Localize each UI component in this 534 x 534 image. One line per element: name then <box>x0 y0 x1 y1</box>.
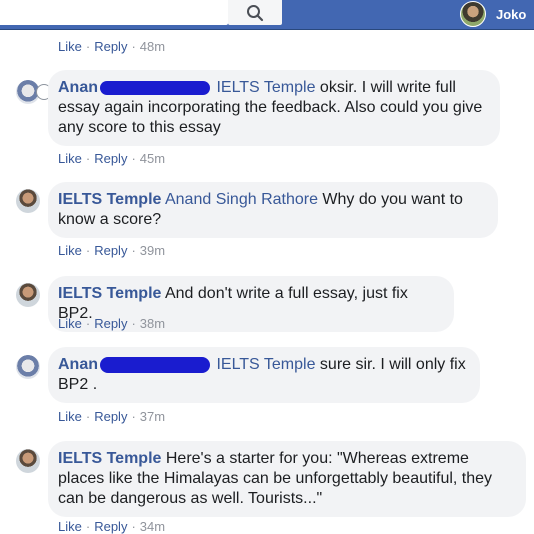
reply-link[interactable]: Reply <box>94 151 127 166</box>
comment-time: 45m <box>139 151 166 166</box>
like-link[interactable]: Like <box>58 39 82 54</box>
like-link[interactable]: Like <box>58 243 82 258</box>
redaction-scribble <box>100 356 210 373</box>
comment-bubble: Anan IELTS Temple oksir. I will write fu… <box>48 70 500 146</box>
comment-tag[interactable]: IELTS Temple <box>216 356 315 373</box>
comment-time: 38m <box>139 316 166 331</box>
comment-time: 39m <box>139 243 166 258</box>
top-navigation-bar: Joko <box>0 0 534 30</box>
redaction-scribble <box>100 80 210 95</box>
comment-author[interactable]: Anan <box>58 356 98 373</box>
reply-link[interactable]: Reply <box>94 316 127 331</box>
comment-author[interactable]: IELTS Temple <box>58 285 161 302</box>
comment-bubble: Anan IELTS Temple sure sir. I will only … <box>48 347 480 403</box>
comment-bubble: IELTS Temple Here's a starter for you: "… <box>48 441 526 517</box>
comment-author[interactable]: IELTS Temple <box>58 191 161 208</box>
avatar[interactable] <box>16 283 40 307</box>
comment-time: 34m <box>139 519 166 534</box>
like-link[interactable]: Like <box>58 519 82 534</box>
avatar[interactable] <box>16 355 40 379</box>
profile-name: Joko <box>496 6 527 22</box>
profile-link[interactable]: Joko <box>460 0 526 28</box>
comment-actions: Like · Reply · 45m <box>58 151 166 166</box>
comment-actions: Like · Reply · 48m <box>58 39 166 54</box>
avatar[interactable] <box>16 449 40 473</box>
reply-link[interactable]: Reply <box>94 39 127 54</box>
comment-actions: Like · Reply · 37m <box>58 409 166 424</box>
reply-link[interactable]: Reply <box>94 519 127 534</box>
like-link[interactable]: Like <box>58 151 82 166</box>
comment-actions: Like · Reply · 38m <box>58 316 166 331</box>
like-link[interactable]: Like <box>58 409 82 424</box>
avatar[interactable] <box>16 189 40 213</box>
comment-tag[interactable]: IELTS Temple <box>216 79 315 96</box>
search-button[interactable] <box>228 0 282 25</box>
comment-actions: Like · Reply · 34m <box>58 519 166 534</box>
comment-time: 37m <box>139 409 166 424</box>
like-link[interactable]: Like <box>58 316 82 331</box>
comment-author[interactable]: Anan <box>58 79 98 96</box>
profile-avatar <box>460 1 486 27</box>
reply-link[interactable]: Reply <box>94 243 127 258</box>
comment-actions: Like · Reply · 39m <box>58 243 166 258</box>
search-input[interactable] <box>0 0 228 25</box>
comment-bubble: IELTS Temple Anand Singh Rathore Why do … <box>48 182 498 238</box>
reply-link[interactable]: Reply <box>94 409 127 424</box>
search-icon <box>247 4 264 21</box>
comment-author[interactable]: IELTS Temple <box>58 450 161 467</box>
comment-tag[interactable]: Anand Singh Rathore <box>165 191 318 208</box>
comment-time: 48m <box>139 39 166 54</box>
